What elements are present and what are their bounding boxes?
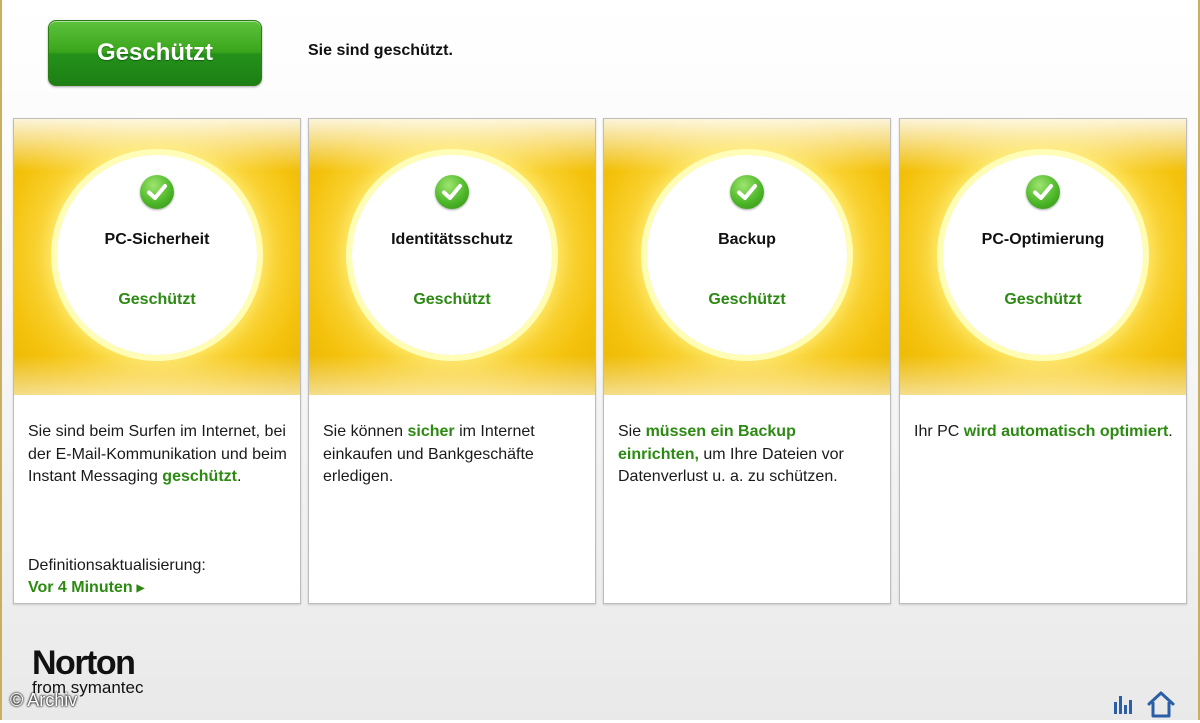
green-check-icon (1026, 175, 1060, 209)
panel-pc-optimierung[interactable]: PC-Optimierung Geschützt Ihr PC wird aut… (899, 118, 1187, 604)
panel-status: Geschützt (413, 291, 491, 308)
status-circle[interactable]: Identitätsschutz Geschützt (352, 155, 552, 355)
bar-chart-icon[interactable] (1112, 692, 1134, 721)
panel-backup[interactable]: Backup Geschützt Sie müssen ein Backup e… (603, 118, 891, 604)
panel-identitaetsschutz[interactable]: Identitätsschutz Geschützt Sie können si… (308, 118, 596, 604)
panel-status: Geschützt (1004, 291, 1082, 308)
panel-title: Identitätsschutz (391, 231, 513, 248)
panel-pc-sicherheit[interactable]: PC-Sicherheit Geschützt Sie sind beim Su… (13, 118, 301, 604)
green-check-icon (140, 175, 174, 209)
home-icon[interactable] (1146, 690, 1176, 723)
green-check-icon (435, 175, 469, 209)
status-circle[interactable]: PC-Sicherheit Geschützt (57, 155, 257, 355)
archive-watermark: © Archiv (10, 690, 78, 710)
status-circle[interactable]: Backup Geschützt (647, 155, 847, 355)
panel-title: PC-Sicherheit (104, 231, 210, 248)
panel-status: Geschützt (708, 291, 786, 308)
panel-description: Sie können sicher im Internet einkaufen … (323, 423, 535, 485)
panel-header-area: Identitätsschutz Geschützt (309, 119, 595, 395)
status-message: Sie sind geschützt. (308, 42, 453, 59)
panel-status: Geschützt (118, 291, 196, 308)
panel-title: PC-Optimierung (981, 231, 1105, 248)
panel-description: Sie sind beim Surfen im Internet, bei de… (28, 423, 287, 485)
arrow-right-icon: ▶ (136, 583, 145, 594)
panel-description: Sie müssen ein Backup einrichten, um Ihr… (618, 423, 844, 485)
definitions-update-link[interactable]: Vor 4 Minuten ▶ (28, 579, 144, 597)
definitions-update-label: Definitionsaktualisierung: (28, 557, 206, 574)
window-frame-left (0, 0, 2, 720)
status-circle[interactable]: PC-Optimierung Geschützt (943, 155, 1143, 355)
panel-header-area: PC-Sicherheit Geschützt (14, 119, 300, 395)
logo-wordmark: Norton (32, 644, 136, 682)
panel-header-area: Backup Geschützt (604, 119, 890, 395)
green-check-icon (730, 175, 764, 209)
status-button[interactable]: Geschützt (48, 20, 262, 86)
panel-header-area: PC-Optimierung Geschützt (900, 119, 1186, 395)
panel-title: Backup (718, 231, 776, 248)
panel-description: Ihr PC wird automatisch optimiert. (914, 423, 1173, 440)
